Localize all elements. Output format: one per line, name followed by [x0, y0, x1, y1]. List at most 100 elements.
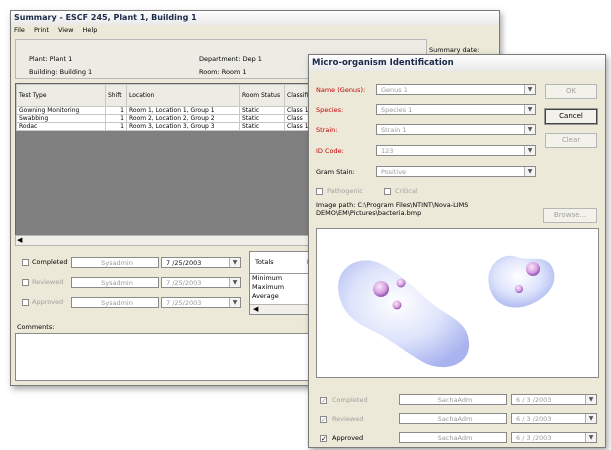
reviewed-label: Reviewed — [32, 278, 64, 286]
dialog-approved-user-field[interactable]: SachaAdm — [399, 432, 507, 443]
plant-label: Plant: Plant 1 — [29, 55, 73, 63]
bacterium-dot — [526, 262, 540, 276]
ok-button[interactable]: OK — [545, 84, 597, 99]
reviewed-date-value: 7 /25/2003 — [166, 279, 202, 287]
bacterium-dot — [396, 278, 406, 288]
summary-date-label: Summary date: — [429, 46, 480, 54]
window-title: Summary - ESCF 245, Plant 1, Building 1 — [11, 11, 499, 25]
menu-view[interactable]: View — [58, 26, 73, 34]
bacterium-dot — [373, 281, 389, 297]
chevron-down-icon[interactable]: ▼ — [585, 414, 596, 423]
chevron-down-icon[interactable]: ▼ — [585, 433, 596, 442]
dialog-reviewed-date-value: 6 / 3 /2003 — [516, 415, 552, 423]
menu-print[interactable]: Print — [34, 26, 49, 34]
menu-file[interactable]: File — [14, 26, 25, 34]
pathogenic-label: Pathogenic — [327, 187, 363, 195]
chevron-down-icon[interactable]: ▼ — [229, 278, 240, 287]
cell-test-type: Swabbing — [16, 114, 106, 123]
dialog-reviewed-label: Reviewed — [332, 415, 364, 423]
gram-stain-label: Gram Stain: — [316, 168, 355, 176]
strain-field[interactable]: Strain 1 ▼ — [376, 124, 536, 135]
bacterium-dot — [392, 300, 402, 310]
dialog-title: Micro-organism Identification — [309, 55, 605, 71]
dialog-approved-date-field[interactable]: 6 / 3 /2003 ▼ — [511, 432, 597, 443]
totals-minimum: Minimum — [252, 274, 283, 282]
name-genus-field[interactable]: Genus 1 ▼ — [376, 84, 536, 95]
approved-user-field[interactable]: Sysadmin — [71, 297, 159, 308]
chevron-down-icon[interactable]: ▼ — [524, 105, 535, 114]
dialog-completed-date-field[interactable]: 6 / 3 /2003 ▼ — [511, 394, 597, 405]
cell-test-type: Gowning Monitoring — [16, 106, 106, 115]
bacteria-illustration — [338, 255, 555, 368]
chevron-down-icon[interactable]: ▼ — [524, 167, 535, 176]
chevron-down-icon[interactable]: ▼ — [585, 395, 596, 404]
cell-room-status: Static — [239, 122, 285, 131]
id-code-label: ID Code: — [316, 147, 344, 155]
col-header-shift[interactable]: Shift — [105, 84, 127, 107]
totals-maximum: Maximum — [252, 283, 285, 291]
bacterium-dot — [515, 285, 523, 293]
id-code-value: 123 — [381, 147, 394, 155]
totals-header: Totals — [255, 258, 274, 266]
comments-textarea[interactable] — [15, 333, 317, 381]
completed-user-field[interactable]: Sysadmin — [71, 257, 159, 268]
cell-location: Room 2, Location 2, Group 2 — [126, 114, 240, 123]
completed-checkbox[interactable] — [22, 259, 29, 266]
approved-date-field[interactable]: 7 /25/2003 ▼ — [161, 297, 241, 308]
dialog-approved-label: Approved — [332, 434, 364, 442]
cell-location: Room 3, Location 3, Group 3 — [126, 122, 240, 131]
cell-room-status: Static — [239, 114, 285, 123]
dialog-reviewed-user-field[interactable]: SachaAdm — [399, 413, 507, 424]
bacteria-image — [316, 228, 599, 378]
completed-date-value: 7 /25/2003 — [166, 259, 202, 267]
dialog-completed-date-value: 6 / 3 /2003 — [516, 396, 552, 404]
cell-test-type: Rodac — [16, 122, 106, 131]
critical-checkbox[interactable] — [384, 188, 391, 195]
building-label: Building: Building 1 — [29, 68, 93, 76]
gram-stain-field[interactable]: Positive ▼ — [376, 166, 536, 177]
dialog-reviewed-date-field[interactable]: 6 / 3 /2003 ▼ — [511, 413, 597, 424]
bacterium-large — [338, 260, 470, 368]
chevron-down-icon[interactable]: ▼ — [524, 146, 535, 155]
critical-label: Critical — [395, 187, 418, 195]
approved-date-value: 7 /25/2003 — [166, 299, 202, 307]
chevron-down-icon[interactable]: ▼ — [229, 298, 240, 307]
cell-location: Room 1, Location 1, Group 1 — [126, 106, 240, 115]
col-header-location[interactable]: Location — [126, 84, 240, 107]
scroll-left-icon[interactable]: ◀ — [17, 236, 22, 245]
col-header-test-type[interactable]: Test Type — [16, 84, 106, 107]
menu-help[interactable]: Help — [83, 26, 98, 34]
chevron-down-icon[interactable]: ▼ — [229, 258, 240, 267]
species-field[interactable]: Species 1 ▼ — [376, 104, 536, 115]
cell-shift: 1 — [105, 122, 127, 131]
reviewed-date-field[interactable]: 7 /25/2003 ▼ — [161, 277, 241, 288]
dialog-completed-user-field[interactable]: SachaAdm — [399, 394, 507, 405]
bacterium-small — [488, 255, 555, 308]
room-label: Room: Room 1 — [199, 68, 247, 76]
id-code-field[interactable]: 123 ▼ — [376, 145, 536, 156]
name-genus-label: Name (Genus): — [316, 86, 366, 94]
approved-checkbox[interactable] — [22, 299, 29, 306]
cell-shift: 1 — [105, 106, 127, 115]
clear-button[interactable]: Clear — [545, 133, 597, 148]
chevron-down-icon[interactable]: ▼ — [524, 85, 535, 94]
dialog-completed-checkbox[interactable]: ✓ — [320, 397, 327, 405]
cancel-button[interactable]: Cancel — [544, 108, 598, 125]
completed-date-field[interactable]: 7 /25/2003 ▼ — [161, 257, 241, 268]
approved-label: Approved — [32, 298, 64, 306]
dialog-reviewed-checkbox[interactable]: ✓ — [320, 416, 327, 424]
dialog-approved-date-value: 6 / 3 /2003 — [516, 434, 552, 442]
reviewed-checkbox[interactable] — [22, 279, 29, 286]
chevron-down-icon[interactable]: ▼ — [524, 125, 535, 134]
scroll-left-icon[interactable]: ◀ — [253, 305, 258, 314]
dialog-approved-checkbox[interactable]: ✓ — [320, 435, 327, 443]
browse-button[interactable]: Browse... — [543, 208, 597, 223]
strain-label: Strain: — [316, 126, 338, 134]
col-header-room-status[interactable]: Room Status — [239, 84, 285, 107]
totals-average: Average — [252, 292, 279, 300]
gram-stain-value: Positive — [381, 168, 407, 176]
reviewed-user-field[interactable]: Sysadmin — [71, 277, 159, 288]
cell-room-status: Static — [239, 106, 285, 115]
pathogenic-checkbox[interactable] — [316, 188, 323, 195]
species-value: Species 1 — [381, 106, 413, 114]
